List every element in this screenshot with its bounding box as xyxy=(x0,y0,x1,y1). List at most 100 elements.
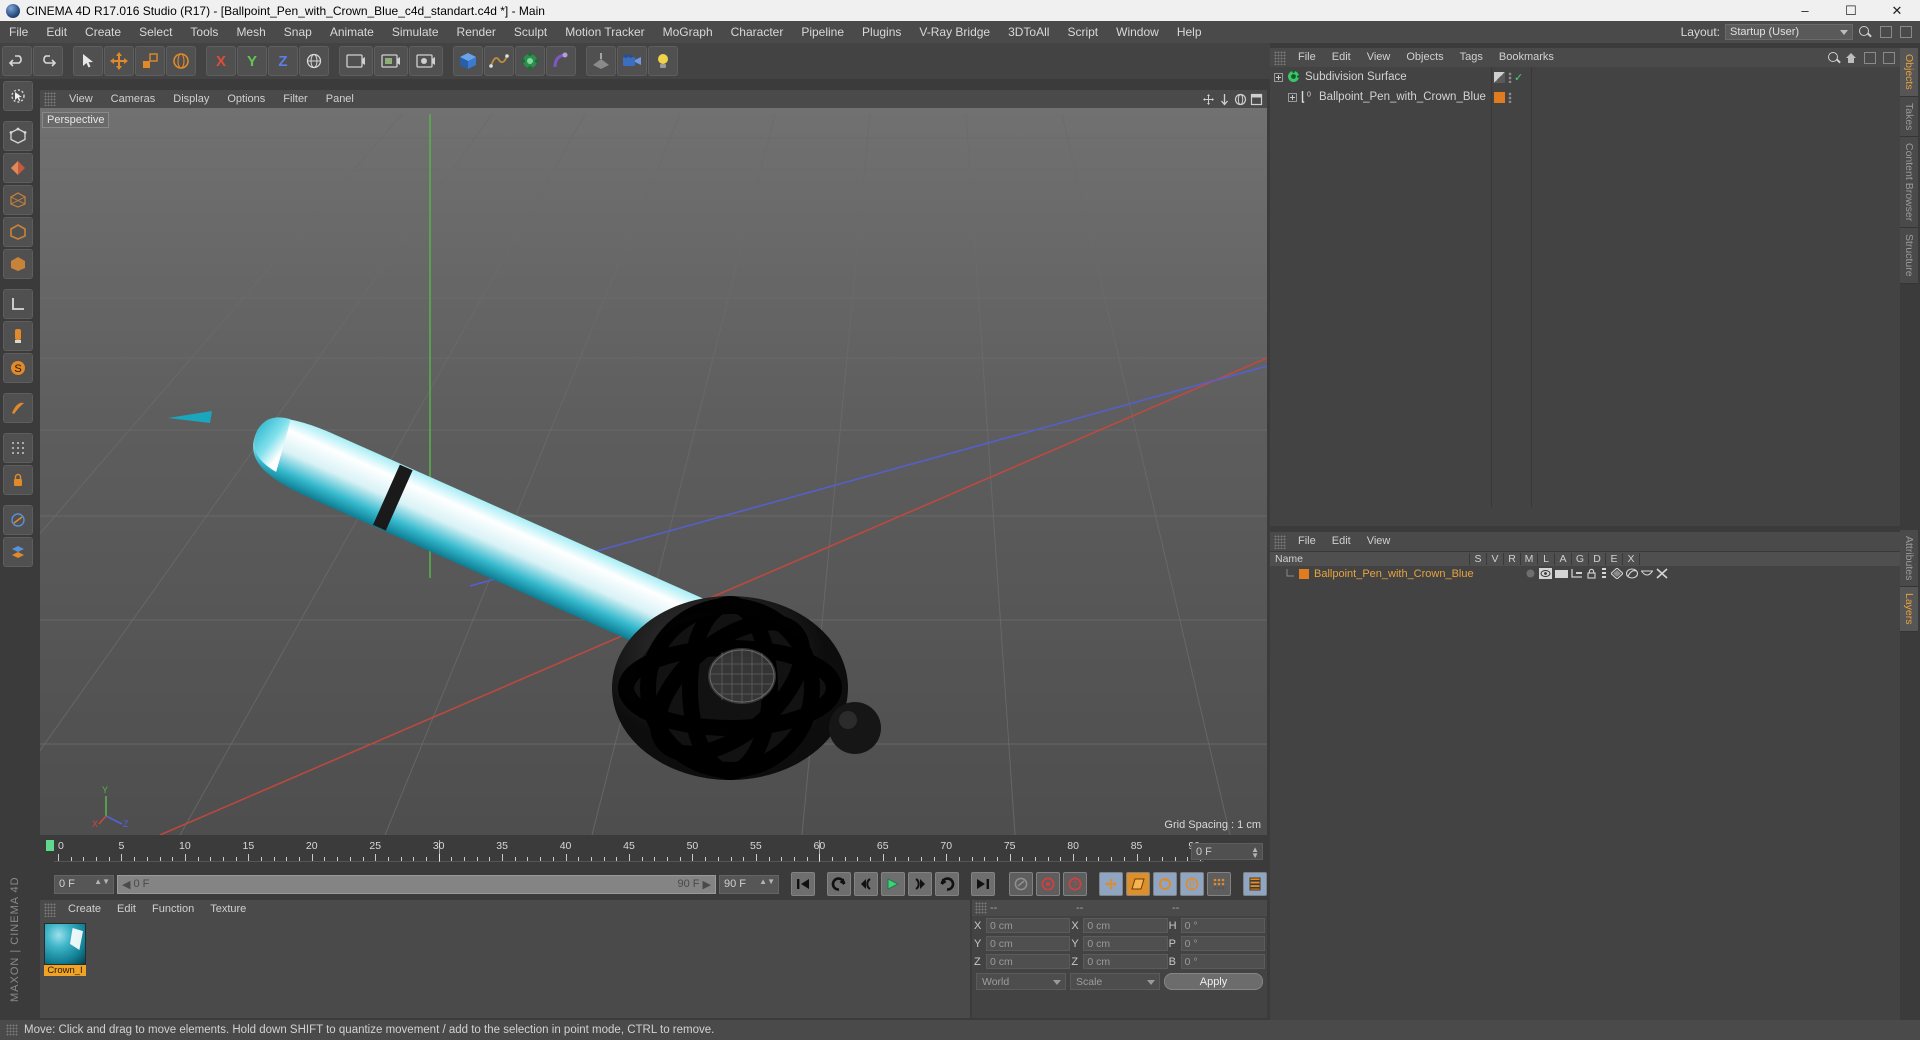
tab-takes[interactable]: Takes xyxy=(1900,97,1918,137)
panel-grip-icon[interactable] xyxy=(1274,51,1286,65)
panel-grip-icon[interactable] xyxy=(6,1024,18,1036)
material-tag-icon[interactable] xyxy=(1494,92,1505,103)
search-icon[interactable] xyxy=(1858,25,1872,39)
scene-light-button[interactable] xyxy=(648,46,678,76)
expand-toggle-icon[interactable] xyxy=(1288,93,1297,102)
tag-dots-icon[interactable] xyxy=(1508,72,1512,83)
lock-toggle-icon[interactable] xyxy=(1586,568,1597,579)
model-mode-button[interactable] xyxy=(3,121,33,151)
material-list[interactable]: Crown_I xyxy=(40,919,970,1018)
record-active-objects-button[interactable] xyxy=(1036,872,1060,896)
menu-item-animate[interactable]: Animate xyxy=(321,21,383,43)
workplane-mode-button[interactable]: S xyxy=(3,353,33,383)
manager-toggle-icon[interactable] xyxy=(1571,568,1583,579)
rotation-b-field[interactable]: 0 ° xyxy=(1181,954,1265,969)
rotate-tool-button[interactable] xyxy=(166,46,196,76)
size-z-field[interactable]: 0 cm xyxy=(1083,954,1167,969)
table-row[interactable]: Ballpoint_Pen_with_Crown_Blue xyxy=(1270,566,1900,581)
close-button[interactable]: ✕ xyxy=(1874,0,1920,21)
menu-item-mesh[interactable]: Mesh xyxy=(227,21,274,43)
menu-item-edit[interactable]: Edit xyxy=(37,21,76,43)
layer-column-l[interactable]: L xyxy=(1538,553,1555,565)
viewport-menu-filter[interactable]: Filter xyxy=(274,90,316,108)
position-key-button[interactable] xyxy=(1099,872,1123,896)
layer-column-v[interactable]: V xyxy=(1487,553,1504,565)
minimize-button[interactable]: – xyxy=(1782,0,1828,21)
object-manager-menu-objects[interactable]: Objects xyxy=(1398,48,1451,67)
viewport-menu-view[interactable]: View xyxy=(60,90,102,108)
polygons-mode-button[interactable] xyxy=(3,249,33,279)
menu-item-help[interactable]: Help xyxy=(1168,21,1211,43)
search-icon[interactable] xyxy=(1827,51,1841,65)
spline-pen-button[interactable] xyxy=(484,46,514,76)
scrub-right-arrow-icon[interactable]: ▶ xyxy=(703,878,711,891)
expand-toggle-icon[interactable] xyxy=(1274,73,1283,82)
spinner-icon[interactable]: ▲▼ xyxy=(94,879,110,885)
pla-key-button[interactable]: P xyxy=(1180,872,1204,896)
viewport-canvas[interactable]: Perspective xyxy=(40,108,1267,835)
scale-key-button[interactable] xyxy=(1126,872,1150,896)
panel-grip-icon[interactable] xyxy=(44,903,56,917)
material-manager-menu-edit[interactable]: Edit xyxy=(109,900,144,919)
minimize-panel-icon[interactable] xyxy=(1864,52,1876,64)
render-view-button[interactable] xyxy=(339,46,373,76)
animation-layer-button[interactable] xyxy=(3,537,33,567)
texture-mode-button[interactable] xyxy=(3,153,33,183)
viewport-grid-button[interactable] xyxy=(3,433,33,463)
expression-toggle-icon[interactable] xyxy=(1641,568,1653,579)
scale-tool-button[interactable] xyxy=(135,46,165,76)
viewport-menu-options[interactable]: Options xyxy=(218,90,274,108)
lock-z-axis-button[interactable]: Z xyxy=(268,46,298,76)
cube-primitive-button[interactable] xyxy=(453,46,483,76)
tab-layers[interactable]: Layers xyxy=(1900,587,1918,632)
scene-camera-button[interactable] xyxy=(617,46,647,76)
menu-item-v-ray-bridge[interactable]: V-Ray Bridge xyxy=(910,21,999,43)
deformer-knife-button[interactable] xyxy=(3,393,33,423)
object-tree[interactable]: Subdivision Surface0Ballpoint_Pen_with_C… xyxy=(1270,67,1900,507)
object-tree-empty-area[interactable] xyxy=(1532,67,1900,507)
panel-grip-icon[interactable] xyxy=(975,902,987,914)
scene-floor-button[interactable] xyxy=(586,46,616,76)
material-manager-menu-create[interactable]: Create xyxy=(60,900,109,919)
panel-grip-icon[interactable] xyxy=(1274,535,1286,549)
position-y-field[interactable]: 0 cm xyxy=(986,936,1070,951)
object-row[interactable]: Subdivision Surface xyxy=(1270,67,1491,87)
object-axis-mode-button[interactable] xyxy=(3,289,33,319)
subdivision-tag-icon[interactable] xyxy=(1494,72,1505,83)
edges-mode-button[interactable] xyxy=(3,217,33,247)
layer-column-m[interactable]: M xyxy=(1521,553,1538,565)
layer-manager-menu-edit[interactable]: Edit xyxy=(1324,532,1359,551)
tab-content-browser[interactable]: Content Browser xyxy=(1900,137,1918,228)
layer-manager-menu-file[interactable]: File xyxy=(1290,532,1324,551)
menu-item-sculpt[interactable]: Sculpt xyxy=(505,21,556,43)
object-manager-menu-edit[interactable]: Edit xyxy=(1324,48,1359,67)
apply-button[interactable]: Apply xyxy=(1164,973,1263,990)
menu-item-3dtoall[interactable]: 3DToAll xyxy=(999,21,1058,43)
generator-toggle-icon[interactable] xyxy=(1611,568,1623,579)
layer-column-g[interactable]: G xyxy=(1572,553,1589,565)
layer-manager-menu-view[interactable]: View xyxy=(1359,532,1399,551)
world-object-coordinate-toggle[interactable] xyxy=(299,46,329,76)
material-preview-sphere[interactable] xyxy=(44,923,86,965)
tab-structure[interactable]: Structure xyxy=(1900,228,1918,284)
scrub-left-arrow-icon[interactable]: ◀ xyxy=(122,878,130,891)
menu-item-pipeline[interactable]: Pipeline xyxy=(792,21,853,43)
rotation-p-field[interactable]: 0 ° xyxy=(1181,936,1265,951)
layer-column-name[interactable]: Name xyxy=(1270,553,1470,565)
deformer-toggle-icon[interactable] xyxy=(1626,568,1638,579)
visible-toggle-icon[interactable] xyxy=(1539,568,1552,579)
render-toggle-icon[interactable] xyxy=(1555,568,1568,579)
material-manager-menu-texture[interactable]: Texture xyxy=(202,900,254,919)
menu-item-file[interactable]: File xyxy=(0,21,37,43)
move-tool-button[interactable] xyxy=(104,46,134,76)
object-manager-menu-view[interactable]: View xyxy=(1359,48,1399,67)
timeline-ruler[interactable]: 051015202530354045505560657075808590 xyxy=(54,840,1204,862)
layer-column-x[interactable]: X xyxy=(1623,553,1640,565)
timeline-toggle-button[interactable] xyxy=(1243,872,1267,896)
spinner-icon[interactable]: ▲▼ xyxy=(759,879,775,885)
step-back-frame-button[interactable] xyxy=(854,872,878,896)
size-y-field[interactable]: 0 cm xyxy=(1083,936,1167,951)
undo-button[interactable] xyxy=(2,46,32,76)
layer-column-r[interactable]: R xyxy=(1504,553,1521,565)
go-to-previous-key-button[interactable] xyxy=(827,872,851,896)
